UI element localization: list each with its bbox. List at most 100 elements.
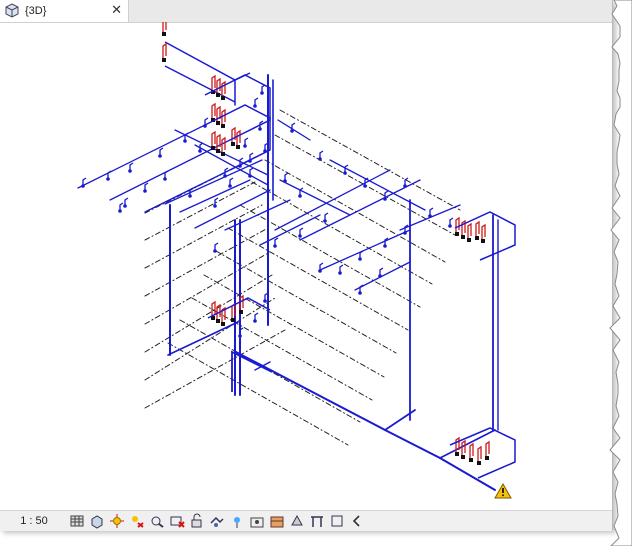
pipe-fitting-node <box>378 274 382 278</box>
show-crop-region-icon[interactable] <box>168 513 185 529</box>
pipe-fitting-node <box>243 144 247 148</box>
level-reference-line <box>144 227 269 297</box>
piping-model-drawing[interactable] <box>0 16 612 510</box>
pipe-fitting <box>159 147 164 155</box>
fixture-red <box>239 294 244 310</box>
revit-3d-view-window: {3D} ✕ 1 : 50 <box>0 0 613 531</box>
collapse-arrow-icon[interactable] <box>348 513 365 529</box>
pipe-fitting-node <box>273 244 277 248</box>
crop-view-icon[interactable] <box>148 513 165 529</box>
pipe-fitting <box>107 170 112 178</box>
pipe-fitting-node <box>338 271 342 275</box>
model-canvas[interactable] <box>0 16 612 510</box>
main-drain-line <box>384 429 441 459</box>
pipe-fitting <box>119 202 124 210</box>
fixture-red <box>211 74 216 90</box>
pipe-fitting <box>144 182 149 190</box>
close-icon[interactable]: ✕ <box>111 3 122 18</box>
highlight-displacement-icon[interactable] <box>288 513 305 529</box>
pipe-fitting <box>254 97 259 105</box>
pipe-fitting-node <box>318 269 322 273</box>
show-hide-view-icon[interactable] <box>328 513 345 529</box>
pipe-fitting-node <box>318 157 322 161</box>
detail-level-icon[interactable] <box>68 513 85 529</box>
pipe-fitting-node <box>258 127 262 131</box>
pipe-fitting <box>319 150 324 158</box>
pipe-fitting-node <box>223 174 227 178</box>
pipe-fitting <box>124 197 129 205</box>
worksharing-display-icon[interactable] <box>248 513 265 529</box>
fixture-base <box>211 146 215 150</box>
pipe-fitting-node <box>298 194 302 198</box>
level-reference-line <box>144 181 256 241</box>
pipe-fitting-node <box>283 179 287 183</box>
unlock-3d-view-icon[interactable] <box>188 513 205 529</box>
analytical-model-icon[interactable] <box>268 513 285 529</box>
fixture-red <box>221 80 226 96</box>
pipe-fitting-node <box>248 174 252 178</box>
fixture-base <box>239 310 243 314</box>
shadows-icon[interactable] <box>128 513 145 529</box>
fixture-base <box>216 319 220 323</box>
fixture-base <box>477 461 481 465</box>
main-drain-line <box>235 351 386 431</box>
tab-3d-view[interactable]: {3D} ✕ <box>0 0 129 22</box>
fixture-base <box>221 152 225 156</box>
view-scale[interactable]: 1 : 50 <box>0 515 68 527</box>
fixture-red <box>216 77 221 93</box>
pipe-fitting-node <box>428 214 432 218</box>
pipe-fitting-node <box>228 184 232 188</box>
fixture-base <box>455 232 459 236</box>
pipe-fitting-node <box>403 231 407 235</box>
fixture-red <box>221 136 226 152</box>
pipe-fitting <box>384 237 389 245</box>
pipe-fitting-node <box>106 177 110 181</box>
visual-style-icon[interactable] <box>88 513 105 529</box>
pipe-run <box>164 41 251 81</box>
fixture-red <box>216 133 221 149</box>
fixture-base <box>461 235 465 239</box>
pipe-fitting <box>299 227 304 235</box>
sun-path-icon[interactable] <box>108 513 125 529</box>
fixture-base <box>461 455 465 459</box>
level-reference-line <box>279 109 461 211</box>
fixture-base <box>221 96 225 100</box>
pipe-fitting-node <box>343 171 347 175</box>
pipe-fitting-node <box>183 139 187 143</box>
pipe-fitting <box>244 137 249 145</box>
fixture-base <box>216 93 220 97</box>
fixture-base <box>216 121 220 125</box>
pipe-fitting <box>249 167 254 175</box>
pipe-fitting <box>214 197 219 205</box>
view-tab-bar: {3D} ✕ <box>0 0 612 23</box>
fixture-red <box>469 442 474 458</box>
pipe-fitting-node <box>253 319 257 323</box>
fixture-red <box>231 126 236 142</box>
pipe-fitting-node <box>213 249 217 253</box>
level-reference-line <box>264 159 446 263</box>
level-reference-line <box>144 204 263 269</box>
pipe-fitting <box>359 250 364 258</box>
tab-title: {3D} <box>25 5 47 17</box>
reveal-hidden-elements-icon[interactable] <box>228 513 245 529</box>
pipe-fitting-node <box>213 204 217 208</box>
pipe-fitting-node <box>118 209 122 213</box>
pipe-fitting-node <box>158 154 162 158</box>
fixture-red <box>467 222 472 238</box>
pipe-fitting <box>284 172 289 180</box>
pipe-fitting <box>164 170 169 178</box>
fixture-red <box>211 130 216 146</box>
fixture-base <box>221 322 225 326</box>
pipe-fitting-node <box>198 149 202 153</box>
warning-dot <box>502 494 504 497</box>
pipe-fitting <box>449 217 454 225</box>
pipe-fitting-node <box>128 169 132 173</box>
fixture-red <box>485 440 490 456</box>
pipe-fitting-node <box>188 194 192 198</box>
temporary-hide-isolate-icon[interactable] <box>208 513 225 529</box>
fixture-base <box>162 32 166 36</box>
fixture-red <box>477 445 482 461</box>
fixture-red <box>162 16 167 32</box>
fixture-red <box>455 216 460 232</box>
reveal-constraints-icon[interactable] <box>308 513 325 529</box>
